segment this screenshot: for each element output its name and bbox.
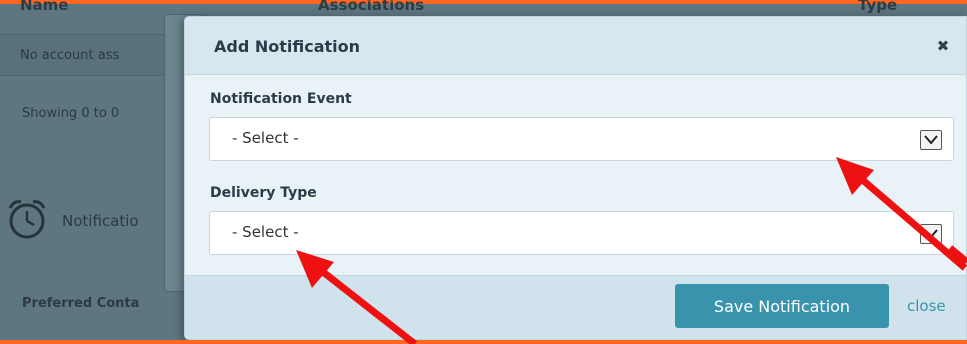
save-notification-button[interactable]: Save Notification bbox=[675, 284, 889, 328]
pagination-info: Showing 0 to 0 bbox=[22, 106, 120, 121]
delivery-type-label: Delivery Type bbox=[210, 185, 317, 201]
bottom-accent-bar bbox=[0, 340, 967, 344]
modal-title: Add Notification bbox=[214, 37, 361, 56]
delivery-type-value: - Select - bbox=[232, 223, 299, 241]
close-link[interactable]: close bbox=[907, 297, 946, 315]
modal-header: Add Notification ✖ bbox=[185, 17, 966, 75]
notification-event-select[interactable]: - Select - bbox=[209, 117, 954, 161]
delivery-type-select[interactable]: - Select - bbox=[209, 211, 954, 255]
notification-event-label: Notification Event bbox=[210, 91, 352, 107]
chevron-down-icon[interactable] bbox=[920, 224, 942, 244]
notifications-section-label: Notificatio bbox=[62, 212, 139, 230]
modal-body: Notification Event - Select - Delivery T… bbox=[185, 75, 966, 275]
empty-row-text: No account ass bbox=[20, 48, 120, 63]
notification-event-value: - Select - bbox=[232, 129, 299, 147]
column-header-type: Type bbox=[858, 0, 898, 14]
column-header-name: Name bbox=[20, 0, 69, 14]
modal-footer: Save Notification close bbox=[185, 275, 966, 339]
column-header-associations: Associations bbox=[318, 0, 425, 14]
chevron-down-icon[interactable] bbox=[920, 130, 942, 150]
alarm-clock-icon bbox=[8, 200, 46, 239]
add-notification-modal: Add Notification ✖ Notification Event - … bbox=[184, 16, 967, 340]
preferred-contact-label: Preferred Conta bbox=[22, 296, 140, 311]
close-icon[interactable]: ✖ bbox=[933, 36, 953, 56]
